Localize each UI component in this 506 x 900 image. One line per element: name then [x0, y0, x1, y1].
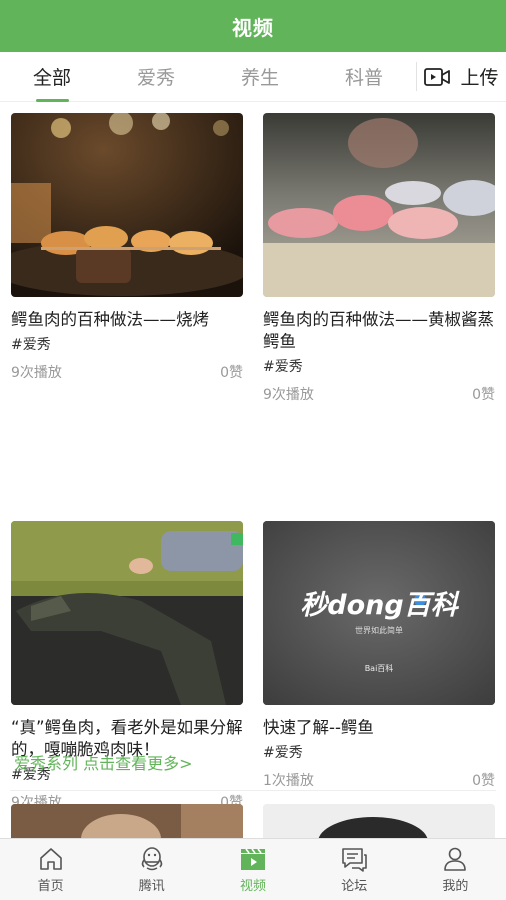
video-card[interactable]: 秒dong百科 世界如此简单 Bai百科 快速了解--鳄鱼 #爱秀 1次播放 0…	[263, 521, 495, 790]
play-count: 9次播放	[11, 365, 62, 381]
chat-icon	[342, 847, 368, 872]
nav-tencent-label: 腾讯	[138, 878, 165, 894]
clapperboard-icon	[241, 848, 265, 870]
video-meta: 9次播放 0赞	[263, 384, 495, 404]
video-thumbnail[interactable]	[263, 113, 495, 297]
video-meta: 9次播放 0赞	[11, 362, 243, 382]
like-count: 0赞	[472, 773, 495, 789]
more-series-link[interactable]: 爱秀系列 点击查看更多>	[14, 750, 193, 774]
video-camera-icon	[424, 67, 451, 86]
play-count: 9次播放	[263, 387, 314, 403]
app-screen: 视频 全部 爱秀 养生 科普 上传 鳄鱼肉的百种做法——烧烤 #爱秀 9次播放 …	[0, 0, 506, 900]
baike-slogan: 世界如此简单	[355, 626, 403, 635]
nav-tencent[interactable]: 腾讯	[101, 839, 202, 900]
penguin-icon	[141, 846, 163, 870]
nav-video-label: 视频	[240, 878, 267, 894]
play-count: 1次播放	[263, 773, 314, 789]
video-card[interactable]: 鳄鱼肉的百种做法——烧烤 #爱秀 9次播放 0赞	[11, 113, 243, 382]
tab-kepu[interactable]: 科普	[312, 52, 416, 101]
nav-home-label: 首页	[37, 878, 64, 894]
video-thumbnail[interactable]	[11, 113, 243, 297]
video-thumbnail[interactable]: 秒dong百科 世界如此简单 Bai百科	[263, 521, 495, 705]
baike-logo-text: 秒dong百科	[300, 590, 458, 621]
upload-button[interactable]: 上传	[417, 52, 506, 101]
video-card[interactable]: 鳄鱼肉的百种做法——黄椒酱蒸鳄鱼 #爱秀 9次播放 0赞	[263, 113, 495, 404]
video-thumbnail[interactable]	[11, 521, 243, 705]
video-title[interactable]: 快速了解--鳄鱼	[263, 717, 495, 739]
upload-label: 上传	[460, 67, 499, 89]
section-divider	[10, 790, 496, 791]
home-icon	[39, 847, 62, 870]
category-tabs: 全部 爱秀 养生 科普 上传	[0, 52, 506, 102]
tab-yangsheng[interactable]: 养生	[208, 52, 312, 101]
page-title: 视频	[232, 15, 274, 40]
nav-forum-label: 论坛	[341, 878, 368, 894]
baike-brand: Bai百科	[364, 664, 394, 673]
video-tag[interactable]: #爱秀	[263, 356, 495, 376]
video-tag[interactable]: #爱秀	[11, 334, 243, 354]
tab-all[interactable]: 全部	[0, 52, 104, 102]
nav-home[interactable]: 首页	[0, 839, 101, 900]
like-count: 0赞	[472, 387, 495, 403]
title-bar: 视频	[0, 0, 506, 52]
bottom-nav: 首页 腾讯 视频 论坛 我的	[0, 838, 506, 900]
video-title[interactable]: 鳄鱼肉的百种做法——黄椒酱蒸鳄鱼	[263, 309, 495, 353]
video-title[interactable]: 鳄鱼肉的百种做法——烧烤	[11, 309, 243, 331]
video-tag[interactable]: #爱秀	[263, 742, 495, 762]
video-meta: 1次播放 0赞	[263, 770, 495, 790]
user-icon	[444, 847, 467, 871]
like-count: 0赞	[220, 365, 243, 381]
nav-forum[interactable]: 论坛	[304, 839, 405, 900]
nav-video[interactable]: 视频	[202, 839, 303, 900]
nav-me-label: 我的	[442, 878, 469, 894]
nav-me[interactable]: 我的	[405, 839, 506, 900]
tab-aixiu[interactable]: 爱秀	[104, 52, 208, 101]
